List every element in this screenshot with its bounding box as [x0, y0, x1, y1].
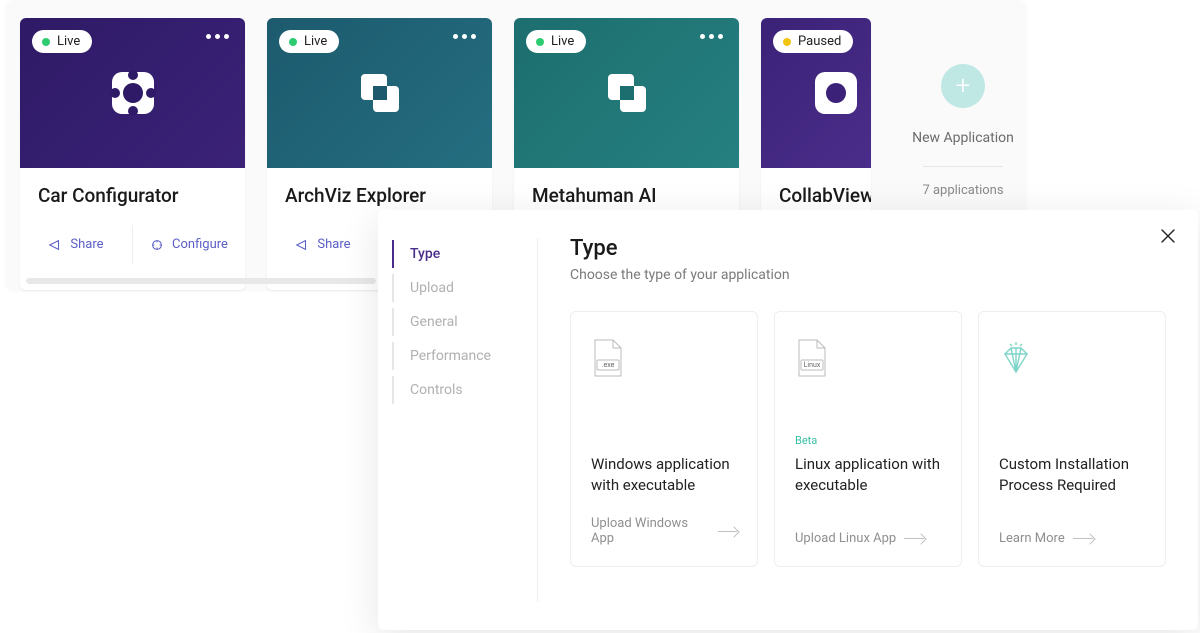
nav-item-type[interactable]: Type: [392, 240, 538, 268]
file-exe-icon: .exe: [591, 338, 625, 378]
status-label: Live: [57, 34, 80, 49]
status-label: Paused: [798, 34, 841, 49]
file-linux-icon: Linux: [795, 338, 829, 378]
modal-main: Type Choose the type of your application…: [538, 210, 1198, 630]
status-dot-icon: [289, 38, 297, 46]
nav-item-general[interactable]: General: [392, 308, 538, 336]
type-option-cta[interactable]: Upload Linux App: [795, 531, 941, 546]
application-title: CollabViewer: [779, 184, 853, 207]
application-card[interactable]: Live Car Configurator Share Configure: [20, 18, 245, 290]
application-actions: Share Configure: [20, 225, 245, 264]
gem-icon: [999, 338, 1033, 378]
cta-label: Learn More: [999, 531, 1065, 546]
application-title: Metahuman AI: [532, 184, 721, 207]
create-application-modal: Type Upload General Performance Controls…: [378, 210, 1198, 630]
card-menu-button[interactable]: [453, 34, 476, 39]
configure-icon: [150, 238, 164, 252]
status-pill: Live: [279, 30, 339, 53]
share-button[interactable]: Share: [20, 225, 132, 264]
application-hero: Live: [20, 18, 245, 168]
status-label: Live: [551, 34, 574, 49]
nav-item-controls[interactable]: Controls: [392, 376, 538, 404]
svg-text:.exe: .exe: [602, 361, 615, 369]
share-label: Share: [317, 237, 350, 252]
new-application-button[interactable]: +: [941, 64, 985, 108]
arrow-right-icon: [1073, 538, 1093, 539]
configure-label: Configure: [172, 237, 228, 252]
nav-item-performance[interactable]: Performance: [392, 342, 538, 370]
share-button[interactable]: Share: [267, 225, 379, 264]
divider: [923, 166, 1003, 167]
application-hero: Paused: [761, 18, 871, 168]
type-option-title: Linux application with executable: [795, 454, 941, 496]
type-option-custom[interactable]: Custom Installation Process Required Lea…: [978, 311, 1166, 567]
modal-nav: Type Upload General Performance Controls: [378, 210, 538, 630]
type-option-cta[interactable]: Upload Windows App: [591, 516, 737, 546]
card-menu-button[interactable]: [206, 34, 229, 39]
card-menu-button[interactable]: [700, 34, 723, 39]
status-pill: Live: [32, 30, 92, 53]
type-option-title: Windows application with executable: [591, 454, 737, 496]
configure-button[interactable]: Configure: [132, 225, 245, 264]
share-icon: [295, 238, 309, 252]
status-dot-icon: [42, 38, 50, 46]
cta-label: Upload Windows App: [591, 516, 710, 546]
app-logo-icon: [600, 66, 654, 120]
plus-icon: +: [956, 71, 971, 101]
app-logo-icon: [809, 66, 863, 120]
status-pill: Live: [526, 30, 586, 53]
close-button[interactable]: [1160, 228, 1176, 244]
share-icon: [48, 238, 62, 252]
application-body: ArchViz Explorer: [267, 168, 492, 213]
type-option-title: Custom Installation Process Required: [999, 454, 1145, 496]
application-title: Car Configurator: [38, 184, 227, 207]
app-logo-icon: [353, 66, 407, 120]
application-count: 7 applications: [922, 183, 1003, 198]
status-pill: Paused: [773, 30, 853, 53]
arrow-right-icon: [718, 531, 737, 532]
status-dot-icon: [536, 38, 544, 46]
type-options: .exe Windows application with executable…: [570, 311, 1166, 567]
new-application-label: New Application: [912, 130, 1014, 146]
svg-text:Linux: Linux: [804, 361, 821, 369]
type-option-windows[interactable]: .exe Windows application with executable…: [570, 311, 758, 567]
arrow-right-icon: [904, 538, 924, 539]
nav-item-upload[interactable]: Upload: [392, 274, 538, 302]
app-logo-icon: [106, 66, 160, 120]
application-hero: Live: [514, 18, 739, 168]
modal-title: Type: [570, 236, 1166, 261]
application-hero: Live: [267, 18, 492, 168]
application-title: ArchViz Explorer: [285, 184, 474, 207]
modal-subtitle: Choose the type of your application: [570, 267, 1166, 283]
beta-badge: Beta: [795, 434, 941, 448]
application-body: Metahuman AI: [514, 168, 739, 213]
application-body: CollabViewer: [761, 168, 871, 213]
status-label: Live: [304, 34, 327, 49]
status-dot-icon: [783, 38, 791, 46]
type-option-cta[interactable]: Learn More: [999, 531, 1145, 546]
application-body: Car Configurator: [20, 168, 245, 213]
type-option-linux[interactable]: Linux Beta Linux application with execut…: [774, 311, 962, 567]
cta-label: Upload Linux App: [795, 531, 896, 546]
applications-scrollbar[interactable]: [26, 278, 376, 284]
share-label: Share: [70, 237, 103, 252]
